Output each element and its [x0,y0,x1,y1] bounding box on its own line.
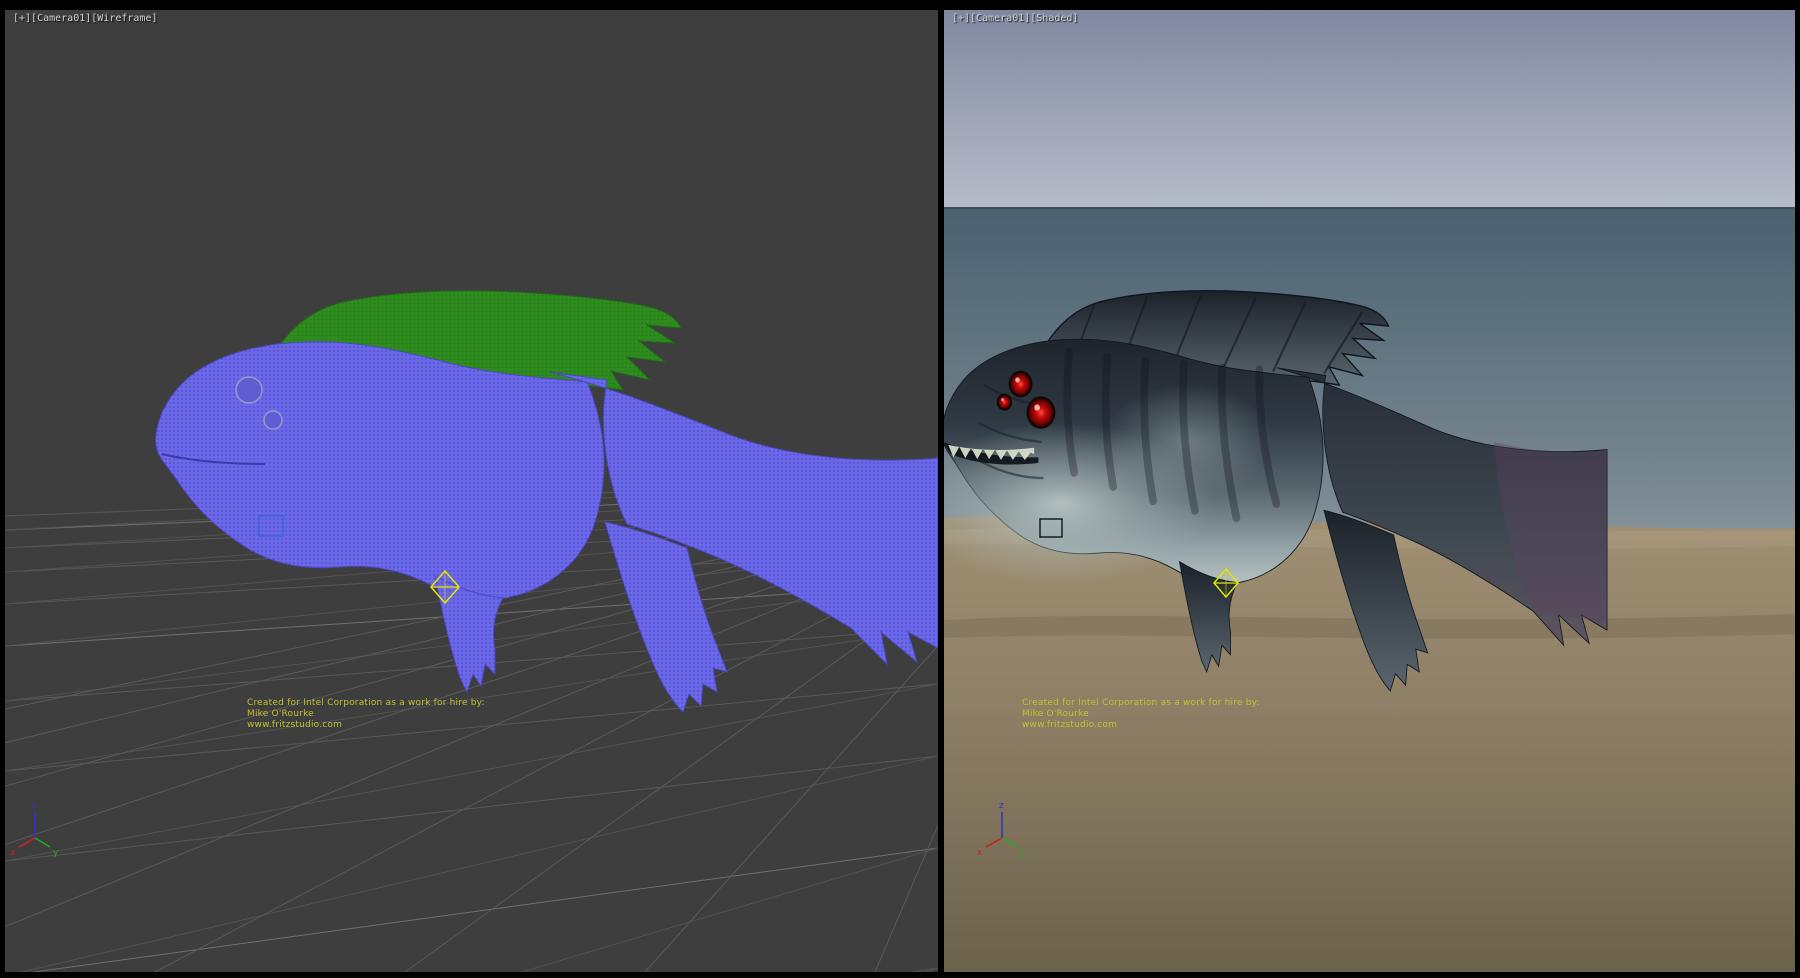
shaded-scene-canvas[interactable]: z x y [944,10,1795,972]
scene-credit-text: Created for Intel Corporation as a work … [247,698,485,731]
viewport-shaded: z x y [+][Camera01][Shaded] Created for In… [944,10,1795,972]
red-eye [1028,398,1054,427]
axis-x-label: x [10,848,16,858]
sky [944,10,1795,207]
axis-z-label: z [999,801,1004,811]
viewport-label-shaded[interactable]: [+][Camera01][Shaded] [952,13,1078,24]
dual-viewport-workspace: z x y [+][Camera01][Wireframe] Created for… [0,0,1800,978]
credit-line-2: Mike O'Rourke [247,709,485,720]
axis-y-label: y [53,848,59,858]
wireframe-scene-canvas[interactable]: z x y [5,10,938,972]
credit-line-2: Mike O'Rourke [1022,709,1260,720]
credit-line-3: www.fritzstudio.com [247,720,485,731]
credit-line-1: Created for Intel Corporation as a work … [1022,698,1260,709]
red-eye [1010,373,1030,396]
red-eye [998,395,1010,408]
viewport-label-wireframe[interactable]: [+][Camera01][Wireframe] [13,13,158,24]
eye-spot [264,411,282,429]
viewport-wireframe: z x y [+][Camera01][Wireframe] Created for… [5,10,938,972]
scene-credit-text: Created for Intel Corporation as a work … [1022,698,1260,731]
axis-y-label: y [1020,848,1026,858]
axis-z-label: z [32,801,37,811]
axis-x-label: x [977,848,983,858]
eye-spot [236,377,262,403]
credit-line-1: Created for Intel Corporation as a work … [247,698,485,709]
credit-line-3: www.fritzstudio.com [1022,720,1260,731]
